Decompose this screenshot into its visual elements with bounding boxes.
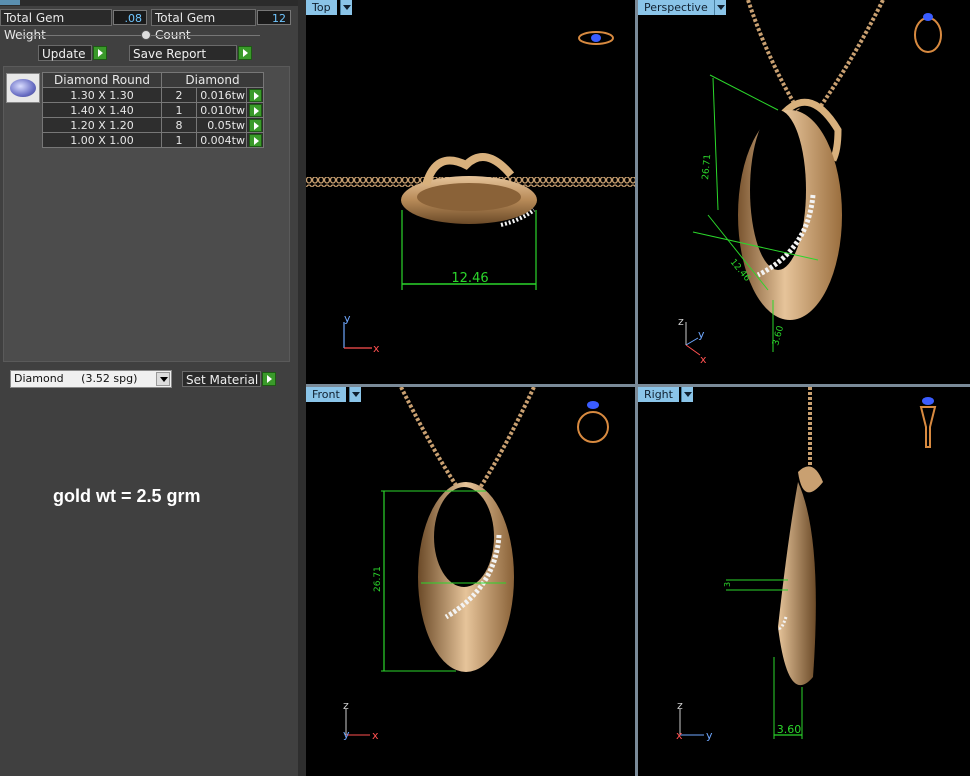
viewport-front[interactable]: 26.71 z y x Front — [306, 387, 635, 776]
axis-y-label: y — [343, 728, 350, 741]
axis-y-label: y — [706, 729, 713, 742]
row-go-icon[interactable] — [248, 118, 262, 132]
row-go-icon[interactable] — [248, 88, 262, 102]
gold-weight-note: gold wt = 2.5 grm — [53, 486, 201, 506]
top-view-canvas: 12.46 y x — [306, 31, 635, 355]
pendant-opening — [434, 487, 494, 587]
set-material-button[interactable]: Set Material — [182, 371, 261, 387]
gem-table: Diamond Round Diamond 1.30 X 1.30 2 0.01… — [42, 72, 264, 148]
gem-count: 1 — [161, 102, 197, 118]
total-gem-count-label: Total Gem Count — [151, 9, 256, 42]
viewport-label-top[interactable]: Top — [306, 0, 337, 15]
gem-weight: 0.010tw — [196, 102, 247, 118]
front-view-canvas: 26.71 z y x — [343, 387, 609, 742]
axis-y-label: y — [698, 328, 705, 341]
gem-weight: 0.05tw — [196, 117, 247, 133]
set-material-go-icon[interactable] — [262, 372, 276, 386]
material-select-value: Diamond (3.52 spg) — [14, 372, 138, 385]
chain-right — [816, 0, 885, 112]
viewport-menu-chevron-icon[interactable] — [681, 387, 693, 402]
viewport-menu-chevron-icon[interactable] — [340, 0, 352, 15]
total-gem-weight-value: .08 — [113, 10, 147, 25]
panel-tab[interactable] — [0, 0, 20, 5]
axis-x-label: x — [373, 342, 380, 355]
axis-y-label: y — [344, 312, 351, 325]
chain-left — [399, 387, 466, 499]
gem-weight: 0.004tw — [196, 132, 247, 148]
bail — [798, 466, 823, 493]
total-gem-weight-label: Total Gem Weight — [0, 9, 112, 42]
viewport-label-right[interactable]: Right — [638, 387, 679, 402]
view-cube-gem-icon — [922, 397, 934, 405]
save-report-go-icon[interactable] — [238, 46, 252, 60]
dimension-line-a — [712, 77, 719, 211]
chevron-down-icon[interactable] — [156, 372, 170, 386]
row-go-icon[interactable] — [248, 103, 262, 117]
properties-panel: Total Gem Weight .08 Total Gem Count 12 … — [0, 0, 298, 776]
table-row[interactable]: 1.40 X 1.40 1 0.010tw — [42, 102, 264, 118]
right-view-canvas: 3 3.60 z x y — [676, 387, 937, 742]
viewport-label-perspective[interactable]: Perspective — [638, 0, 714, 15]
axis-y — [685, 337, 699, 346]
header-material: Diamond — [161, 72, 264, 88]
table-row[interactable]: 1.20 X 1.20 8 0.05tw — [42, 117, 264, 133]
perspective-view-canvas: 26.71 12.46 3.60 z y x — [678, 0, 942, 366]
axis-z-label: z — [677, 699, 683, 712]
update-button[interactable]: Update — [38, 45, 92, 61]
viewport-menu-chevron-icon[interactable] — [349, 387, 361, 402]
table-row[interactable]: 1.00 X 1.00 1 0.004tw — [42, 132, 264, 148]
divider — [20, 35, 260, 36]
viewport-top[interactable]: 12.46 y x Top — [306, 0, 635, 384]
viewport-splitter-horizontal[interactable] — [306, 384, 970, 387]
gem-count: 2 — [161, 87, 197, 103]
dimension-text: 12.46 — [451, 271, 488, 286]
total-gem-count-value: 12 — [257, 10, 291, 25]
view-cube-ring-icon[interactable] — [914, 17, 942, 53]
save-report-button[interactable]: Save Report — [129, 45, 237, 61]
gem-count: 8 — [161, 117, 197, 133]
header-shape: Diamond Round — [42, 72, 162, 88]
small-dimension-text: 3 — [723, 582, 732, 587]
gem-size: 1.30 X 1.30 — [42, 87, 162, 103]
axis-x — [685, 344, 701, 356]
view-cube-gem-icon — [591, 34, 601, 42]
gem-size: 1.00 X 1.00 — [42, 132, 162, 148]
chain-left — [746, 0, 800, 112]
pendant-opening — [417, 183, 521, 211]
view-cube-gem-icon — [923, 13, 933, 21]
axis-x-label: x — [700, 353, 707, 366]
row-go-icon[interactable] — [248, 133, 262, 147]
dimension-text-a: 26.71 — [701, 154, 713, 181]
dimension-guide-a — [709, 74, 779, 111]
update-go-icon[interactable] — [93, 46, 107, 60]
gem-size: 1.20 X 1.20 — [42, 117, 162, 133]
pendant-profile — [778, 482, 816, 686]
table-row[interactable]: 1.30 X 1.30 2 0.016tw — [42, 87, 264, 103]
chain-right — [472, 387, 536, 499]
axis-z-label: z — [678, 315, 684, 328]
view-cube-ring-icon[interactable] — [919, 406, 937, 448]
panel-title-strip — [0, 0, 298, 6]
collapse-knob[interactable] — [141, 30, 151, 40]
axis-z-label: z — [343, 699, 349, 712]
axis-x-label: x — [372, 729, 379, 742]
material-select[interactable]: Diamond (3.52 spg) — [10, 370, 172, 388]
panel-splitter[interactable] — [298, 0, 306, 776]
viewport-right[interactable]: 3 3.60 z x y Right — [638, 387, 970, 776]
viewport-menu-chevron-icon[interactable] — [714, 0, 726, 15]
axis-x-label: x — [676, 729, 683, 742]
gem-table-header: Diamond Round Diamond — [42, 72, 264, 88]
pendant-opening — [750, 110, 806, 270]
gem-size: 1.40 X 1.40 — [42, 102, 162, 118]
gem-count: 1 — [161, 132, 197, 148]
dimension-text: 26.71 — [373, 566, 383, 592]
viewport-splitter-vertical[interactable] — [635, 0, 638, 776]
round-diamond-icon[interactable] — [6, 73, 40, 103]
view-cube-ring-icon[interactable] — [577, 411, 609, 443]
gem-weight: 0.016tw — [196, 87, 247, 103]
view-cube-gem-icon — [587, 401, 599, 409]
dimension-text: 3.60 — [777, 723, 802, 736]
viewport-label-front[interactable]: Front — [306, 387, 346, 402]
viewport-perspective[interactable]: 26.71 12.46 3.60 z y x Perspective — [638, 0, 970, 384]
